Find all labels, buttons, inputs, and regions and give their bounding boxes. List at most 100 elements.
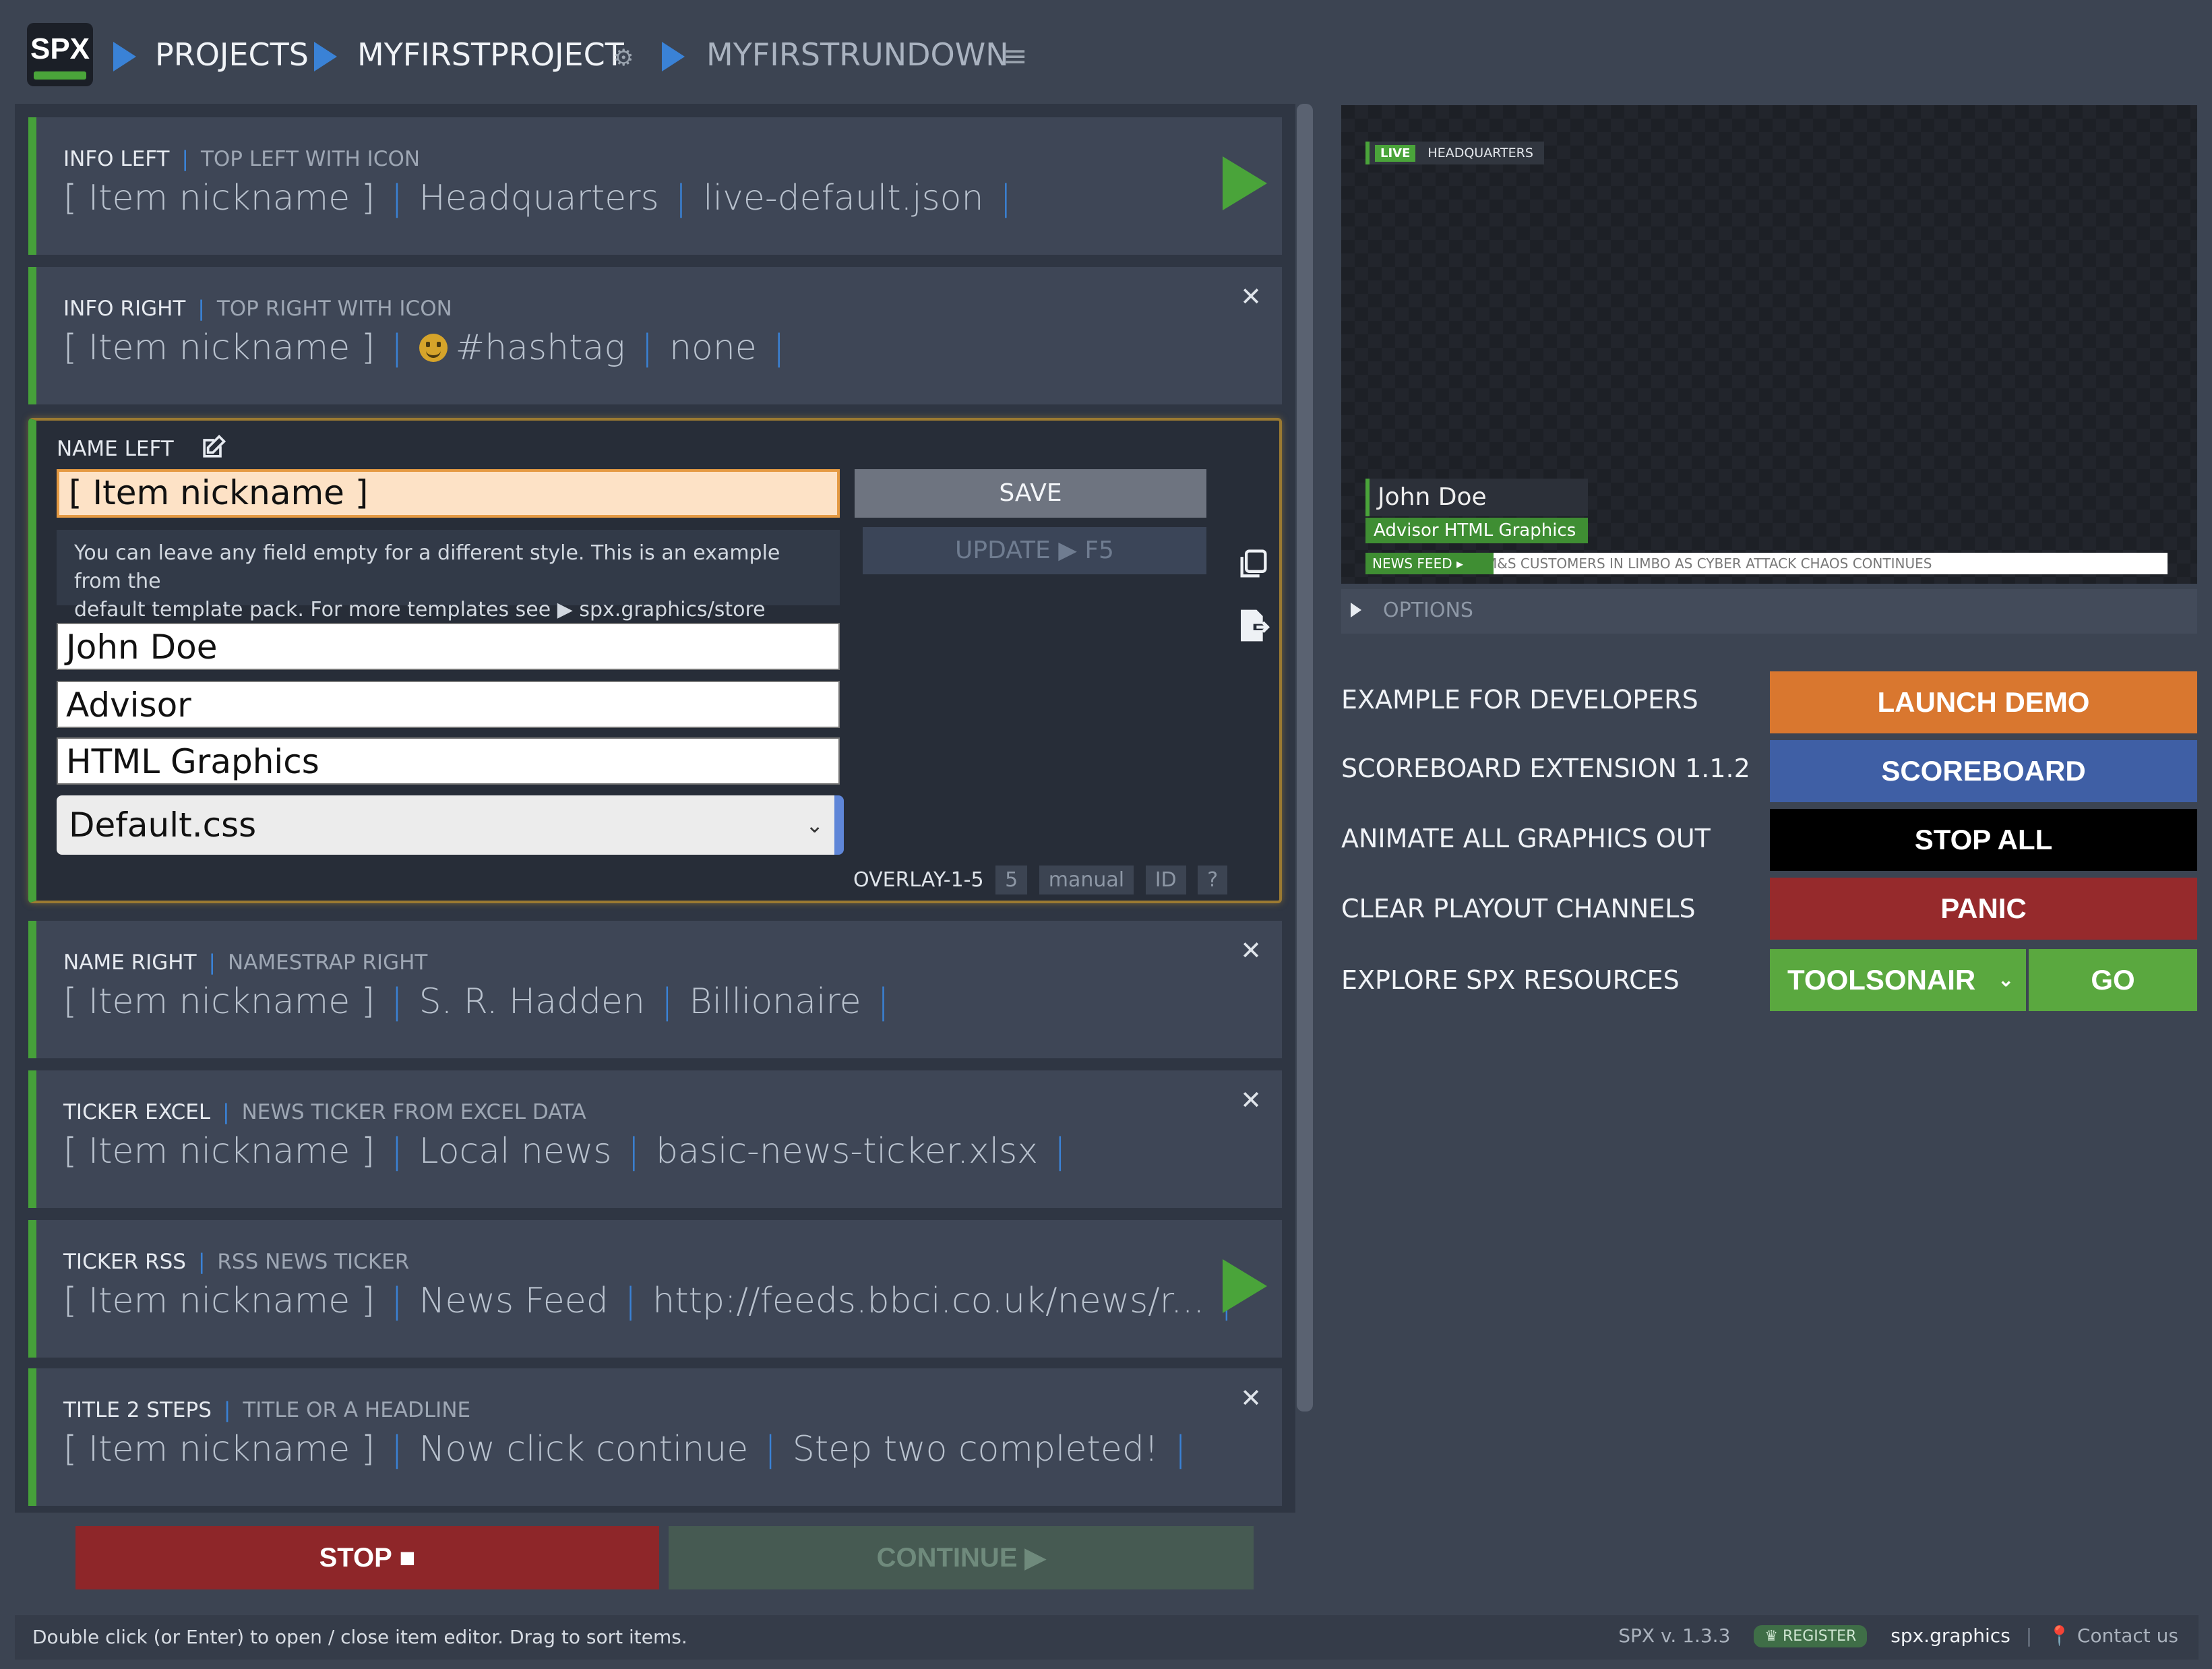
item-header: NAME RIGHT | NAMESTRAP RIGHT bbox=[63, 950, 428, 975]
register-badge[interactable]: ♛ REGISTER bbox=[1754, 1625, 1868, 1647]
close-icon[interactable]: ✕ bbox=[1240, 1085, 1262, 1115]
item-nickname: [ Item nickname ] bbox=[63, 1281, 375, 1321]
pin-icon: 📍 bbox=[2048, 1625, 2071, 1647]
item-name: TITLE 2 STEPS bbox=[63, 1398, 212, 1422]
go-button[interactable]: GO bbox=[2029, 949, 2197, 1011]
site-link[interactable]: spx.graphics bbox=[1891, 1625, 2010, 1647]
layer-tag[interactable]: 5 bbox=[995, 866, 1028, 894]
item-field-1: Local news bbox=[419, 1131, 612, 1172]
scoreboard-button[interactable]: SCOREBOARD bbox=[1770, 740, 2197, 802]
item-field-2: live-default.json bbox=[703, 178, 984, 218]
ticker-label: NEWS FEED ▸ bbox=[1365, 553, 1494, 574]
top-bar: SPX PROJECTS MYFIRSTPROJECT ⚙ MYFIRSTRUN… bbox=[0, 0, 2212, 101]
copy-icon[interactable] bbox=[1236, 546, 1271, 582]
style-select-value: Default.css bbox=[69, 806, 257, 845]
item-header: TICKER RSS | RSS NEWS TICKER bbox=[63, 1250, 410, 1274]
breadcrumb-project[interactable]: MYFIRSTPROJECT bbox=[357, 36, 624, 73]
save-button[interactable]: SAVE bbox=[855, 469, 1206, 518]
chevron-down-icon: ⌄ bbox=[1998, 969, 2014, 990]
lower-third-name: John Doe bbox=[1365, 479, 1588, 516]
launch-demo-button[interactable]: LAUNCH DEMO bbox=[1770, 671, 2197, 733]
item-field-2: basic-news-ticker.xlsx bbox=[656, 1131, 1039, 1172]
item-nickname: [ Item nickname ] bbox=[63, 178, 375, 218]
caret-right-icon bbox=[1351, 603, 1361, 617]
close-icon[interactable]: ✕ bbox=[1240, 1383, 1262, 1413]
ticker-label-text: NEWS FEED bbox=[1372, 555, 1452, 572]
item-nickname: [ Item nickname ] bbox=[63, 1131, 375, 1172]
contact-link[interactable]: Contact us bbox=[2077, 1625, 2178, 1647]
item-meta: OVERLAY-1-5 5 manual ID ? bbox=[853, 866, 1228, 894]
mode-tag[interactable]: manual bbox=[1039, 866, 1134, 894]
subtitle-field[interactable]: HTML Graphics bbox=[57, 737, 840, 785]
rundown-item-ticker-rss[interactable]: TICKER RSS | RSS NEWS TICKER [ Item nickna… bbox=[28, 1220, 1282, 1358]
item-nickname: [ Item nickname ] bbox=[63, 981, 375, 1022]
item-header: TICKER EXCEL | NEWS TICKER FROM EXCEL DATA bbox=[63, 1100, 586, 1124]
action-label: ANIMATE ALL GRAPHICS OUT bbox=[1341, 824, 1711, 853]
rundown-item-name-right[interactable]: NAME RIGHT | NAMESTRAP RIGHT [ Item nickna… bbox=[28, 921, 1282, 1058]
update-button[interactable]: UPDATE ▶ F5 bbox=[863, 527, 1206, 574]
footer-right: SPX v. 1.3.3 ♛ REGISTER spx.graphics | 📍… bbox=[1618, 1625, 2178, 1647]
rundown-item-ticker-excel[interactable]: TICKER EXCEL | NEWS TICKER FROM EXCEL DATA… bbox=[28, 1070, 1282, 1208]
item-description: TOP LEFT WITH ICON bbox=[200, 147, 421, 171]
item-name: TICKER EXCEL bbox=[63, 1100, 211, 1124]
edit-icon[interactable] bbox=[198, 433, 228, 462]
rundown-scrollbar[interactable] bbox=[1297, 104, 1313, 1412]
export-icon[interactable] bbox=[1236, 607, 1274, 644]
play-icon[interactable] bbox=[1223, 156, 1267, 210]
live-badge: LIVE bbox=[1375, 145, 1416, 162]
resources-select-value: TOOLSONAIR bbox=[1787, 964, 1976, 996]
item-header: INFO RIGHT | TOP RIGHT WITH ICON bbox=[63, 297, 452, 321]
stop-all-button[interactable]: STOP ALL bbox=[1770, 809, 2197, 871]
close-icon[interactable]: ✕ bbox=[1240, 936, 1262, 965]
action-label: EXPLORE SPX RESOURCES bbox=[1341, 965, 1680, 995]
action-label: EXAMPLE FOR DEVELOPERS bbox=[1341, 685, 1698, 715]
spx-logo[interactable]: SPX bbox=[27, 23, 93, 86]
item-fields: [ Item nickname ] | Now click continue | Ste… bbox=[63, 1429, 1187, 1469]
item-fields: [ Item nickname ] | #hashtag | none | bbox=[63, 328, 785, 368]
item-fields: [ Item nickname ] | News Feed | http://feeds… bbox=[63, 1281, 1233, 1321]
item-description: NEWS TICKER FROM EXCEL DATA bbox=[241, 1100, 586, 1124]
breadcrumb-arrow-icon bbox=[662, 42, 685, 71]
rundown-item-info-left[interactable]: INFO LEFT | TOP LEFT WITH ICON [ Item nick… bbox=[28, 117, 1282, 255]
resources-select[interactable]: TOOLSONAIR ⌄ bbox=[1770, 949, 2026, 1011]
rundown-item-info-right[interactable]: INFO RIGHT | TOP RIGHT WITH ICON [ Item ni… bbox=[28, 267, 1282, 404]
footer-hint: Double click (or Enter) to open / close … bbox=[32, 1626, 687, 1648]
logo-text: SPX bbox=[30, 32, 90, 65]
id-tag[interactable]: ID bbox=[1145, 866, 1186, 894]
preview-window: LIVE HEADQUARTERS John Doe Advisor HTML G… bbox=[1341, 105, 2197, 584]
item-description: RSS NEWS TICKER bbox=[217, 1250, 410, 1274]
rundown-item-title-2-steps[interactable]: TITLE 2 STEPS | TITLE OR A HEADLINE [ Item… bbox=[28, 1368, 1282, 1506]
nickname-input[interactable]: [ Item nickname ] bbox=[57, 469, 840, 518]
gear-icon[interactable]: ⚙ bbox=[613, 44, 634, 71]
stop-button[interactable]: STOP ■ bbox=[75, 1526, 659, 1589]
item-fields: [ Item nickname ] | S. R. Hadden | Billionai… bbox=[63, 981, 890, 1022]
template-info: You can leave any field empty for a diff… bbox=[57, 530, 840, 621]
item-description: NAMESTRAP RIGHT bbox=[228, 950, 428, 975]
continue-button[interactable]: CONTINUE ▶ bbox=[669, 1526, 1254, 1589]
item-header: INFO LEFT | TOP LEFT WITH ICON bbox=[63, 147, 421, 171]
item-fields: [ Item nickname ] | Headquarters | live-defa… bbox=[63, 178, 1012, 218]
rundown-list: INFO LEFT | TOP LEFT WITH ICON [ Item nick… bbox=[15, 104, 1295, 1513]
play-icon[interactable] bbox=[1223, 1259, 1267, 1313]
item-field-1: Now click continue bbox=[419, 1429, 749, 1469]
title-field[interactable]: Advisor bbox=[57, 681, 840, 728]
item-field-2: none bbox=[669, 328, 757, 368]
help-tag[interactable]: ? bbox=[1198, 866, 1228, 894]
item-fields: [ Item nickname ] | Local news | basic-news-… bbox=[63, 1131, 1066, 1172]
breadcrumb-projects[interactable]: PROJECTS bbox=[155, 36, 309, 73]
item-description: TOP RIGHT WITH ICON bbox=[216, 297, 452, 321]
options-label: OPTIONS bbox=[1383, 599, 1473, 622]
item-field-2: Billionaire bbox=[689, 981, 861, 1022]
item-field-1: Headquarters bbox=[419, 178, 659, 218]
menu-icon[interactable]: ≡ bbox=[1003, 39, 1028, 73]
breadcrumb-rundown: MYFIRSTRUNDOWN bbox=[706, 36, 1009, 73]
register-label: REGISTER bbox=[1783, 1628, 1857, 1645]
panic-button[interactable]: PANIC bbox=[1770, 878, 2197, 940]
item-description: TITLE OR A HEADLINE bbox=[243, 1398, 471, 1422]
name-field[interactable]: John Doe bbox=[57, 623, 840, 670]
close-icon[interactable]: ✕ bbox=[1240, 282, 1262, 311]
chevron-down-icon: ⌄ bbox=[805, 812, 824, 838]
style-select[interactable]: Default.css ⌄ bbox=[57, 795, 844, 855]
ticker-text: M&S CUSTOMERS IN LIMBO AS CYBER ATTACK C… bbox=[1476, 553, 2168, 574]
options-toggle[interactable]: OPTIONS bbox=[1341, 589, 2197, 634]
